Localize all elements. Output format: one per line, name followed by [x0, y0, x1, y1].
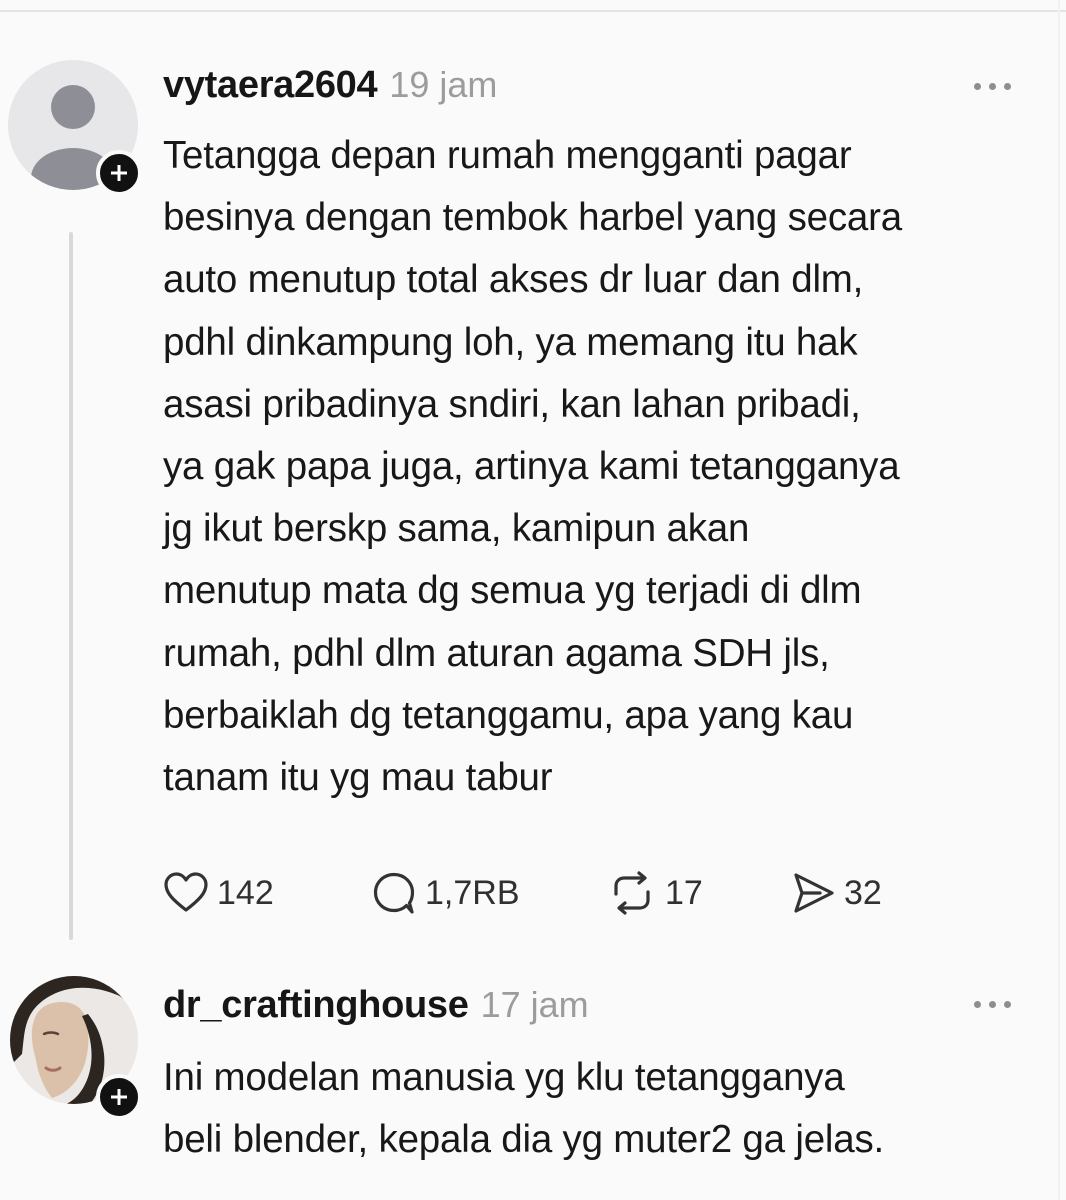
timestamp: 19 jam — [389, 64, 498, 105]
post-text-line: menutup mata dg semua yg terjadi di dlm — [163, 569, 862, 613]
post-text-line: beli blender, kepala dia yg muter2 ga je… — [163, 1118, 885, 1162]
more-options-button[interactable] — [970, 76, 1020, 96]
post-text-line: Tetangga depan rumah mengganti pagar — [163, 134, 852, 177]
heart-icon — [164, 872, 208, 912]
top-divider — [0, 10, 1066, 12]
username[interactable]: dr_craftinghouse — [163, 984, 469, 1026]
follow-button[interactable] — [96, 1074, 142, 1120]
repost-button[interactable]: 17 — [607, 866, 703, 920]
follow-button[interactable] — [96, 150, 142, 196]
username[interactable]: vytaera2604 — [163, 64, 378, 106]
post-text-line: Ini modelan manusia yg klu tetangganya — [163, 1056, 845, 1099]
post-text-line: rumah, pdhl dlm aturan agama SDH jls, — [163, 631, 830, 675]
right-edge — [1058, 0, 1060, 1200]
share-count: 32 — [844, 873, 882, 912]
like-button[interactable]: 142 — [163, 866, 274, 920]
repost-icon — [614, 871, 650, 915]
timestamp: 17 jam — [480, 984, 589, 1025]
post-text-line: jg ikut berskp sama, kamipun akan — [163, 507, 750, 551]
send-icon — [794, 873, 834, 913]
more-options-button[interactable] — [970, 994, 1020, 1014]
comment-icon — [373, 872, 415, 914]
post-text-line: pdhl dinkampung loh, ya memang itu hak — [163, 320, 858, 364]
like-count: 142 — [217, 873, 274, 912]
post-text-line: auto menutup total akses dr luar dan dlm… — [163, 258, 864, 302]
post-text: Tetangga depan rumah mengganti pagar bes… — [163, 125, 1043, 809]
post-text-line: asasi pribadinya sndiri, kan lahan priba… — [163, 382, 861, 426]
reply-count: 1,7RB — [425, 873, 520, 912]
post-text-line: berbaiklah dg tetanggamu, apa yang kau — [163, 693, 854, 737]
post-text-line: besinya dengan tembok harbel yang secara — [163, 196, 902, 240]
post-text: Ini modelan manusia yg klu tetangganya b… — [163, 1047, 1043, 1171]
post-header: vytaera2604 19 jam — [163, 62, 497, 108]
post-header: dr_craftinghouse 17 jam — [163, 982, 589, 1028]
post-text-line: ya gak papa juga, artinya kami tetanggan… — [163, 445, 900, 489]
repost-count: 17 — [665, 873, 703, 912]
plus-icon — [111, 165, 127, 181]
post-text-line: tanam itu yg mau tabur — [163, 756, 553, 800]
share-button[interactable]: 32 — [790, 866, 882, 920]
reply-button[interactable]: 1,7RB — [371, 866, 520, 920]
plus-icon — [111, 1089, 127, 1105]
thread-line — [69, 232, 73, 940]
